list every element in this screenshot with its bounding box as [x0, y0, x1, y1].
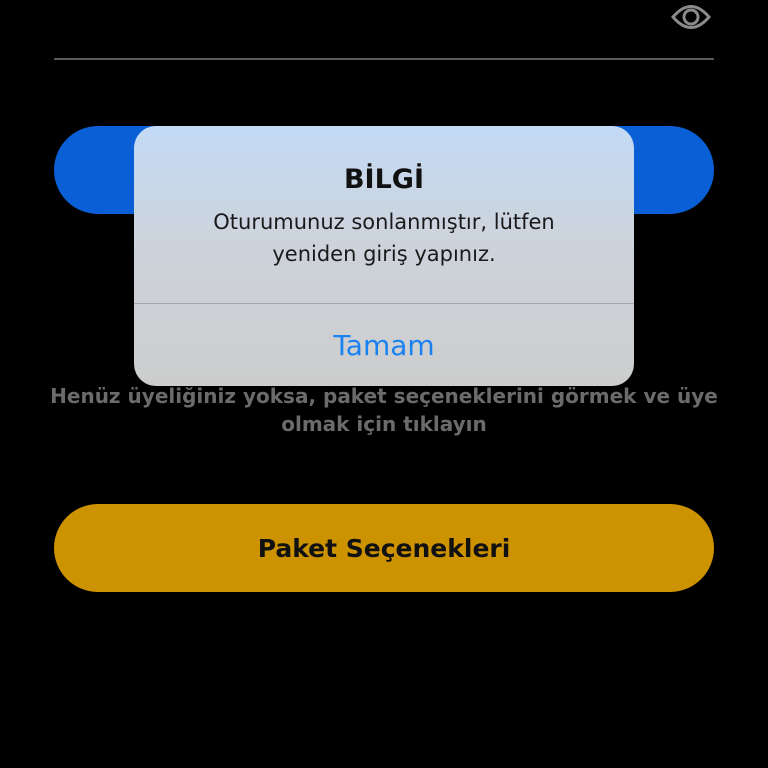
- alert-ok-label: Tamam: [333, 328, 435, 362]
- alert-ok-button[interactable]: Tamam: [134, 304, 634, 386]
- session-expired-alert: BİLGİ Oturumunuz sonlanmıştır, lütfen ye…: [134, 126, 634, 386]
- login-screen: Henüz üyeliğiniz yoksa, paket seçenekler…: [0, 0, 768, 768]
- alert-message: Oturumunuz sonlanmıştır, lütfen yeniden …: [213, 210, 555, 266]
- alert-title: BİLGİ: [343, 164, 425, 195]
